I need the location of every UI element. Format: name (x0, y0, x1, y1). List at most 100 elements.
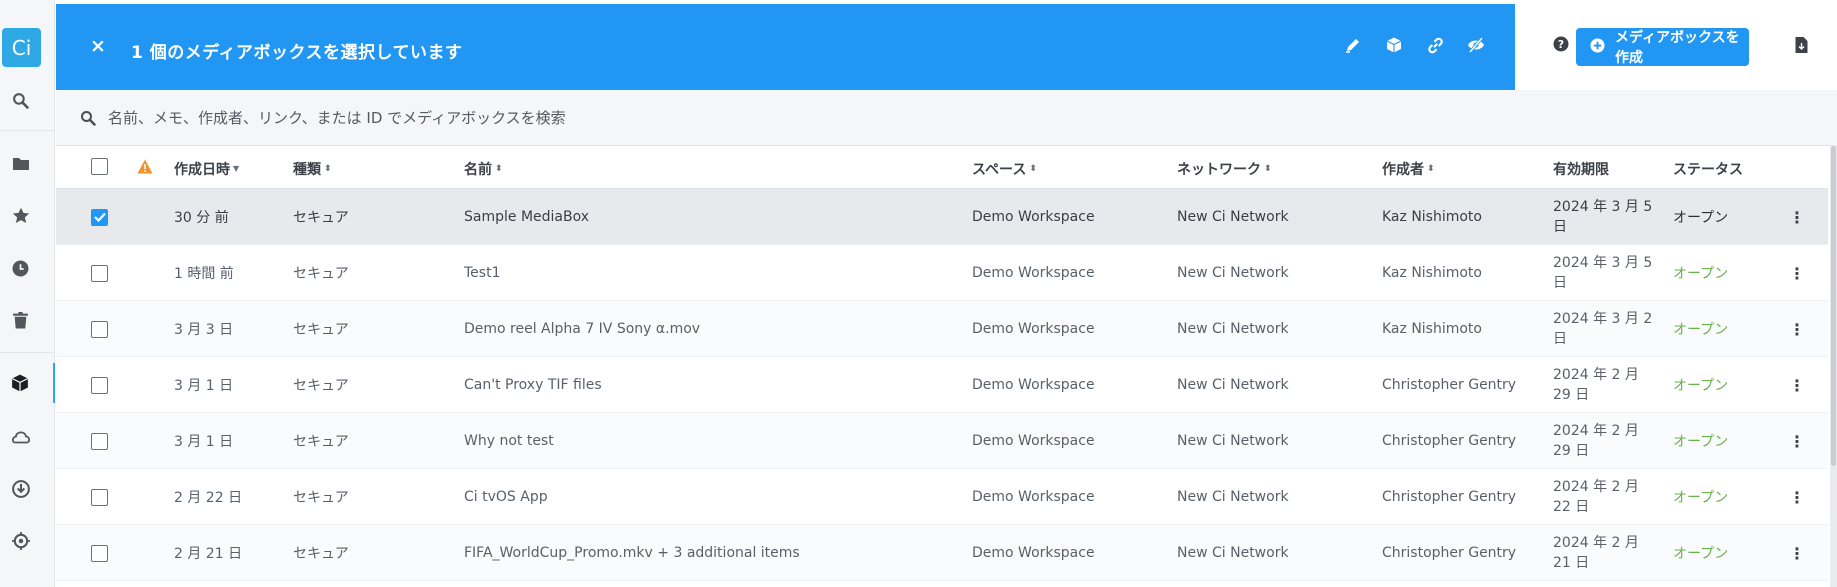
type-cell: セキュア (293, 546, 349, 562)
sidebar: Ci (0, 0, 55, 587)
type-cell: セキュア (293, 210, 349, 226)
column-created[interactable]: 作成日時 ▼ (174, 159, 239, 179)
hide-icon[interactable] (1467, 36, 1485, 54)
table-header: 作成日時 ▼ 種類 ⬍ 名前 ⬍ スペース ⬍ ネットワーク ⬍ 作成者 ⬍ 有… (56, 146, 1828, 189)
status-cell: オープン (1673, 266, 1729, 282)
column-name-label: 名前 (464, 162, 492, 178)
type-cell: セキュア (293, 490, 349, 506)
search-icon[interactable] (0, 80, 41, 120)
network-cell: New Ci Network (1177, 321, 1289, 337)
name-cell[interactable]: Why not test (464, 413, 554, 469)
folder-icon[interactable] (0, 143, 41, 183)
star-icon[interactable] (0, 195, 41, 235)
export-file-icon[interactable] (1795, 37, 1808, 57)
column-expires-label: 有効期限 (1553, 162, 1609, 178)
close-selection-button[interactable]: × (90, 35, 106, 57)
author-cell: Christopher Gentry (1382, 489, 1517, 505)
author-cell: Christopher Gentry (1382, 433, 1517, 449)
column-expires[interactable]: 有効期限 (1553, 159, 1609, 179)
more-options-icon[interactable]: ⋮ (1789, 525, 1805, 581)
trash-icon[interactable] (0, 300, 41, 340)
table-row[interactable]: 2 月 21 日 セキュア FIFA_WorldCup_Promo.mkv + … (56, 525, 1828, 581)
link-icon[interactable] (1426, 36, 1444, 54)
type-cell: セキュア (293, 378, 349, 394)
table-row[interactable]: 3 月 1 日 セキュア Why not test Demo Workspace… (56, 413, 1828, 469)
table-row[interactable]: 2 月 22 日 セキュア Ci tvOS App Demo Workspace… (56, 469, 1828, 525)
box-icon[interactable] (0, 363, 55, 403)
clock-icon[interactable] (0, 248, 41, 288)
row-checkbox[interactable] (91, 544, 108, 562)
name-cell[interactable]: Can't Proxy TIF files (464, 357, 602, 413)
expires-cell: 2024 年 2 月 29 日 (1553, 367, 1639, 403)
type-cell: セキュア (293, 434, 349, 450)
more-options-icon[interactable]: ⋮ (1789, 189, 1805, 245)
table-body: 30 分 前 セキュア Sample MediaBox Demo Workspa… (56, 189, 1828, 581)
column-type[interactable]: 種類 ⬍ (293, 159, 332, 179)
space-cell: Demo Workspace (972, 545, 1095, 561)
space-cell: Demo Workspace (972, 321, 1095, 337)
column-network[interactable]: ネットワーク ⬍ (1177, 159, 1272, 179)
space-cell: Demo Workspace (972, 209, 1095, 225)
table-row[interactable]: 1 時間 前 セキュア Test1 Demo Workspace New Ci … (56, 245, 1828, 301)
sort-icon: ⬍ (324, 163, 332, 174)
network-icon[interactable] (0, 416, 41, 456)
name-cell[interactable]: Demo reel Alpha 7 IV Sony α.mov (464, 301, 700, 357)
target-icon[interactable] (0, 521, 41, 561)
space-cell: Demo Workspace (972, 377, 1095, 393)
column-status[interactable]: ステータス (1673, 159, 1743, 179)
more-options-icon[interactable]: ⋮ (1789, 469, 1805, 525)
create-mediabox-label: メディアボックスを作成 (1615, 30, 1740, 66)
create-mediabox-button[interactable]: メディアボックスを作成 (1576, 28, 1749, 66)
download-icon[interactable] (0, 469, 41, 509)
sort-icon: ⬍ (1427, 163, 1435, 174)
expires-cell: 2024 年 3 月 5 日 (1553, 255, 1653, 291)
scrollbar-thumb[interactable] (1831, 146, 1836, 466)
network-cell: New Ci Network (1177, 209, 1289, 225)
author-cell: Kaz Nishimoto (1382, 321, 1482, 337)
row-checkbox[interactable] (91, 488, 108, 506)
status-cell: オープン (1673, 434, 1729, 450)
created-cell: 3 月 1 日 (174, 434, 234, 450)
selection-title: 1 個のメディアボックスを選択しています (131, 43, 463, 63)
network-cell: New Ci Network (1177, 377, 1289, 393)
edit-icon[interactable] (1344, 36, 1362, 54)
sort-icon: ⬍ (1029, 163, 1037, 174)
row-checkbox[interactable] (91, 432, 108, 450)
network-cell: New Ci Network (1177, 265, 1289, 281)
sort-icon: ⬍ (1264, 163, 1272, 174)
more-options-icon[interactable]: ⋮ (1789, 413, 1805, 469)
column-space-label: スペース (972, 162, 1027, 178)
sort-desc-icon: ▼ (233, 164, 240, 173)
row-checkbox[interactable] (91, 208, 108, 226)
name-cell[interactable]: Ci tvOS App (464, 469, 548, 525)
expires-cell: 2024 年 3 月 2 日 (1553, 311, 1653, 347)
row-checkbox[interactable] (91, 320, 108, 338)
more-options-icon[interactable]: ⋮ (1789, 245, 1805, 301)
column-status-label: ステータス (1673, 162, 1743, 178)
help-icon[interactable]: ? (1553, 36, 1572, 55)
more-options-icon[interactable]: ⋮ (1789, 357, 1805, 413)
logo[interactable]: Ci (2, 28, 41, 67)
select-all-checkbox[interactable] (91, 158, 108, 175)
more-options-icon[interactable]: ⋮ (1789, 301, 1805, 357)
row-checkbox[interactable] (91, 376, 108, 394)
search-input[interactable] (108, 102, 1008, 134)
table-row[interactable]: 30 分 前 セキュア Sample MediaBox Demo Workspa… (56, 189, 1828, 245)
name-cell[interactable]: Test1 (464, 245, 500, 301)
name-cell[interactable]: Sample MediaBox (464, 189, 589, 245)
column-space[interactable]: スペース ⬍ (972, 159, 1037, 179)
created-cell: 3 月 3 日 (174, 322, 234, 338)
type-cell: セキュア (293, 322, 349, 338)
table-row[interactable]: 3 月 1 日 セキュア Can't Proxy TIF files Demo … (56, 357, 1828, 413)
selection-header: × 1 個のメディアボックスを選択しています (56, 4, 1515, 90)
network-cell: New Ci Network (1177, 433, 1289, 449)
column-author[interactable]: 作成者 ⬍ (1382, 159, 1435, 179)
name-cell[interactable]: FIFA_WorldCup_Promo.mkv + 3 additional i… (464, 525, 800, 581)
table-row[interactable]: 3 月 3 日 セキュア Demo reel Alpha 7 IV Sony α… (56, 301, 1828, 357)
svg-text:?: ? (1558, 38, 1564, 51)
author-cell: Christopher Gentry (1382, 377, 1517, 393)
plus-circle-icon (1590, 37, 1605, 57)
row-checkbox[interactable] (91, 264, 108, 282)
box-icon[interactable] (1385, 36, 1403, 54)
column-name[interactable]: 名前 ⬍ (464, 159, 503, 179)
